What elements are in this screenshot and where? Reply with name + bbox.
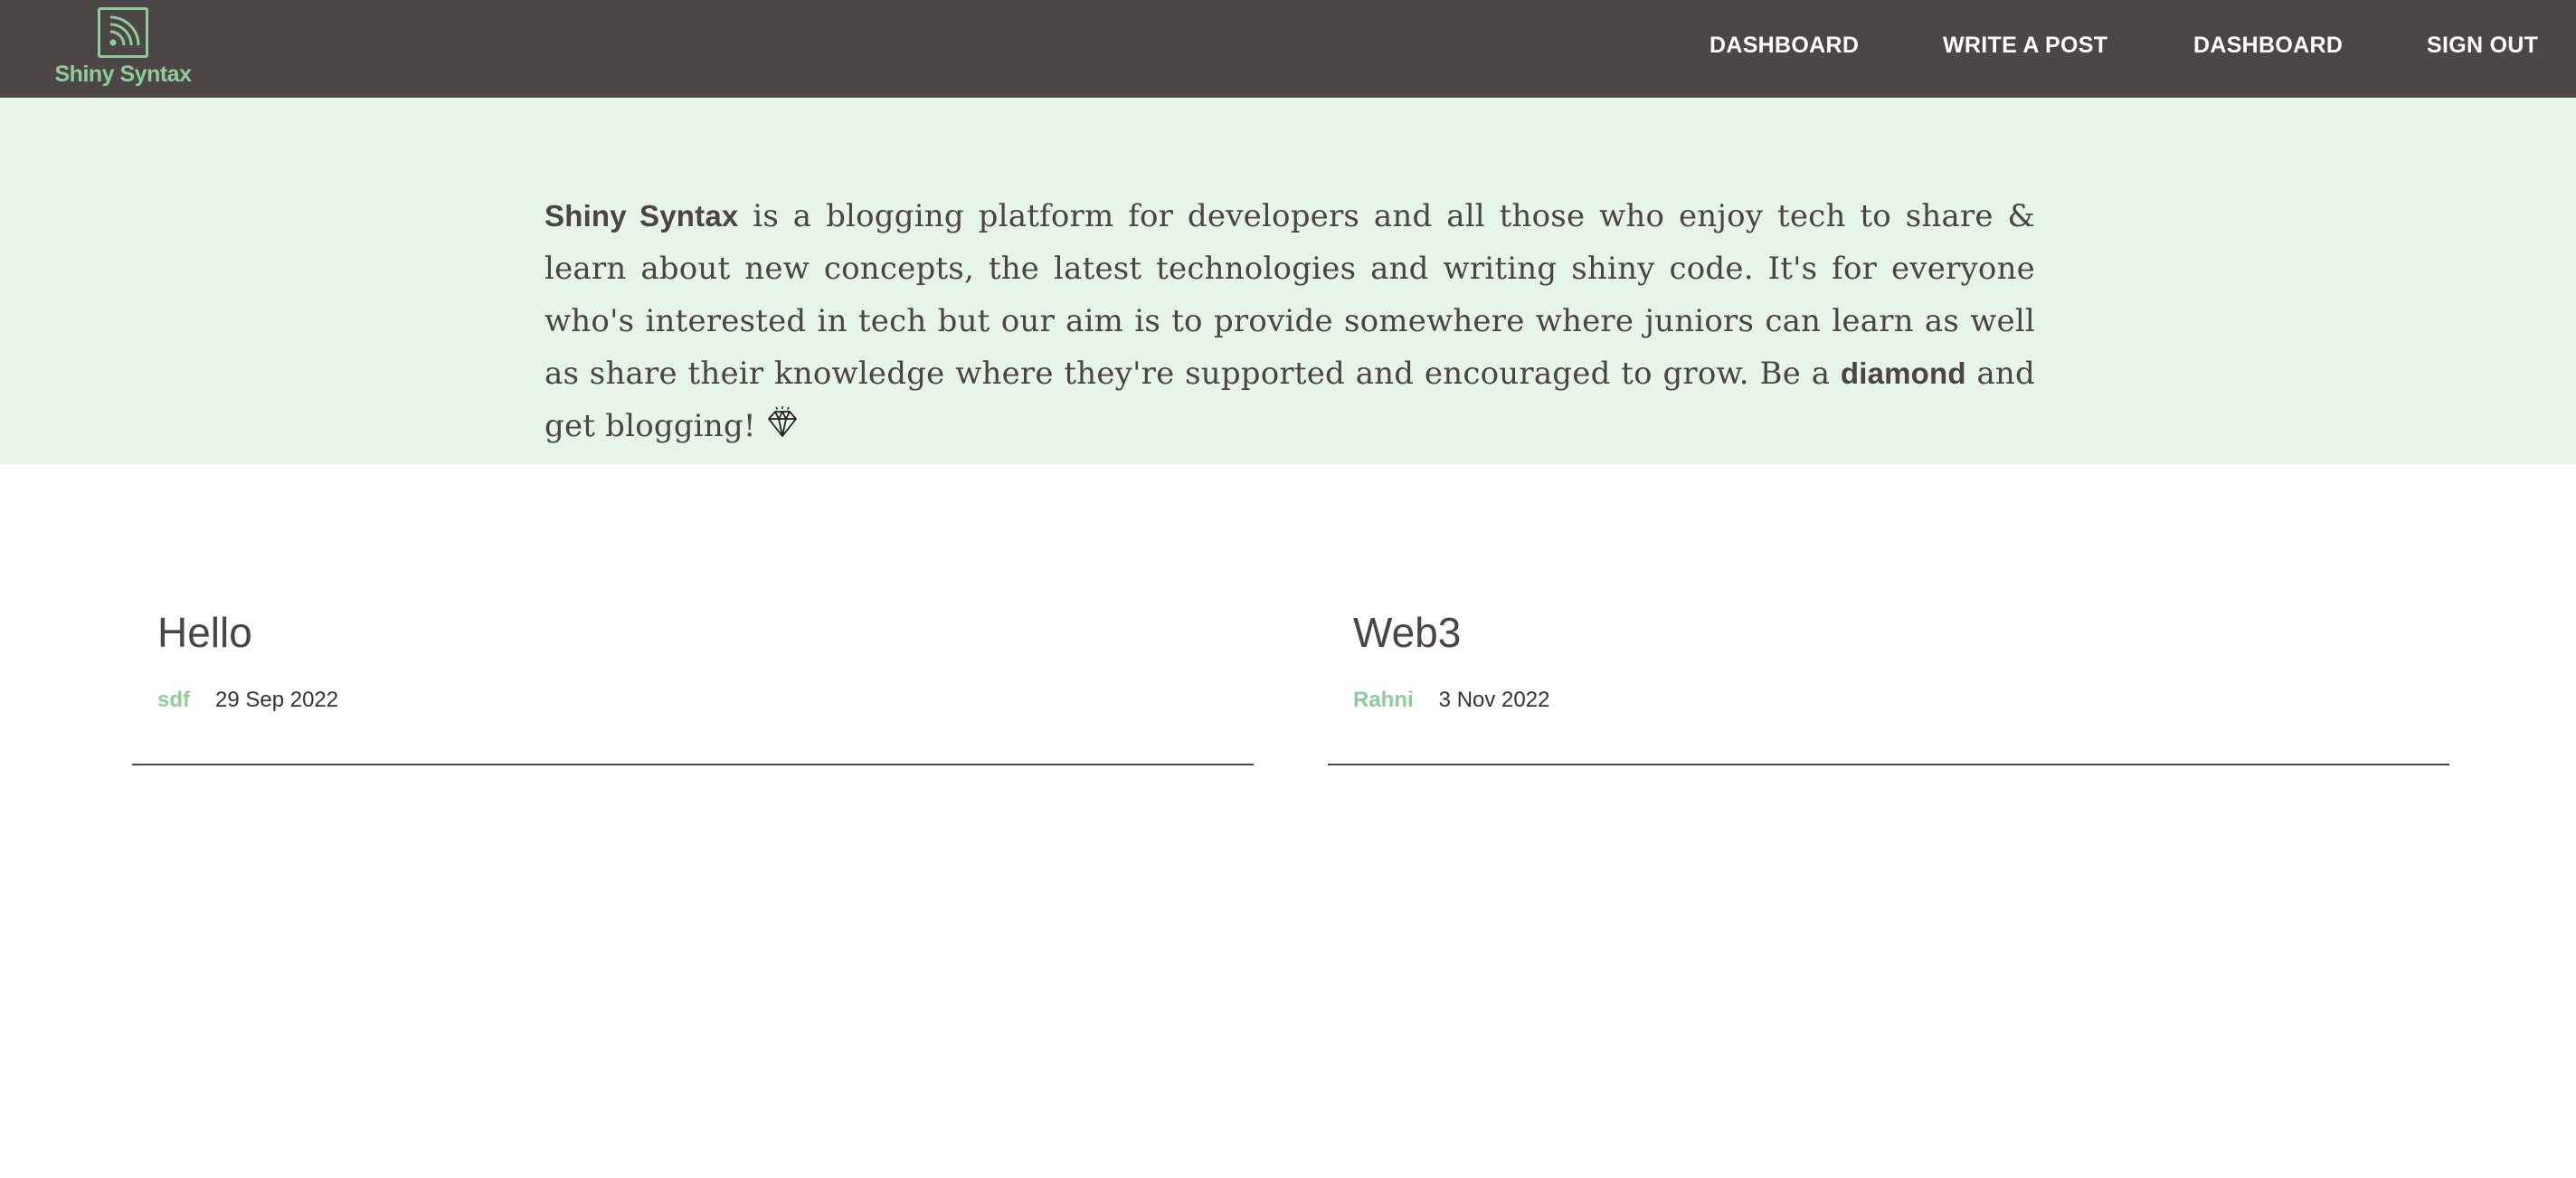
logo-text: Shiny Syntax — [54, 62, 193, 87]
hero-description: Shiny Syntax is a blogging platform for … — [545, 190, 2035, 456]
nav-sign-out[interactable]: SIGN OUT — [2427, 33, 2538, 59]
nav-write-a-post[interactable]: WRITE A POST — [1943, 33, 2107, 59]
hero-text-part-1: is a blogging platform for developers an… — [545, 198, 2035, 392]
post-title[interactable]: Web3 — [1353, 608, 1461, 657]
post-meta: Rahni 3 Nov 2022 — [1353, 688, 1549, 713]
post-author[interactable]: Rahni — [1353, 688, 1414, 713]
rss-feed-icon — [98, 7, 148, 58]
hero-brand: Shiny Syntax — [545, 199, 739, 233]
post-title[interactable]: Hello — [157, 608, 252, 657]
diamond-icon — [765, 404, 800, 456]
hero-banner: Shiny Syntax is a blogging platform for … — [0, 98, 2576, 464]
nav-dashboard-2[interactable]: DASHBOARD — [2193, 33, 2343, 59]
logo[interactable]: Shiny Syntax — [55, 7, 192, 90]
post-card[interactable]: Web3 Rahni 3 Nov 2022 — [1328, 579, 2449, 765]
post-card[interactable]: Hello sdf 29 Sep 2022 — [132, 579, 1254, 765]
post-date: 3 Nov 2022 — [1438, 688, 1550, 712]
post-meta: sdf 29 Sep 2022 — [157, 688, 338, 713]
hero-bold-word: diamond — [1840, 356, 1966, 390]
post-date: 29 Sep 2022 — [215, 688, 339, 712]
post-author[interactable]: sdf — [157, 688, 190, 713]
navbar: Shiny Syntax DASHBOARD WRITE A POST DASH… — [0, 0, 2576, 98]
nav-dashboard[interactable]: DASHBOARD — [1709, 33, 1859, 59]
